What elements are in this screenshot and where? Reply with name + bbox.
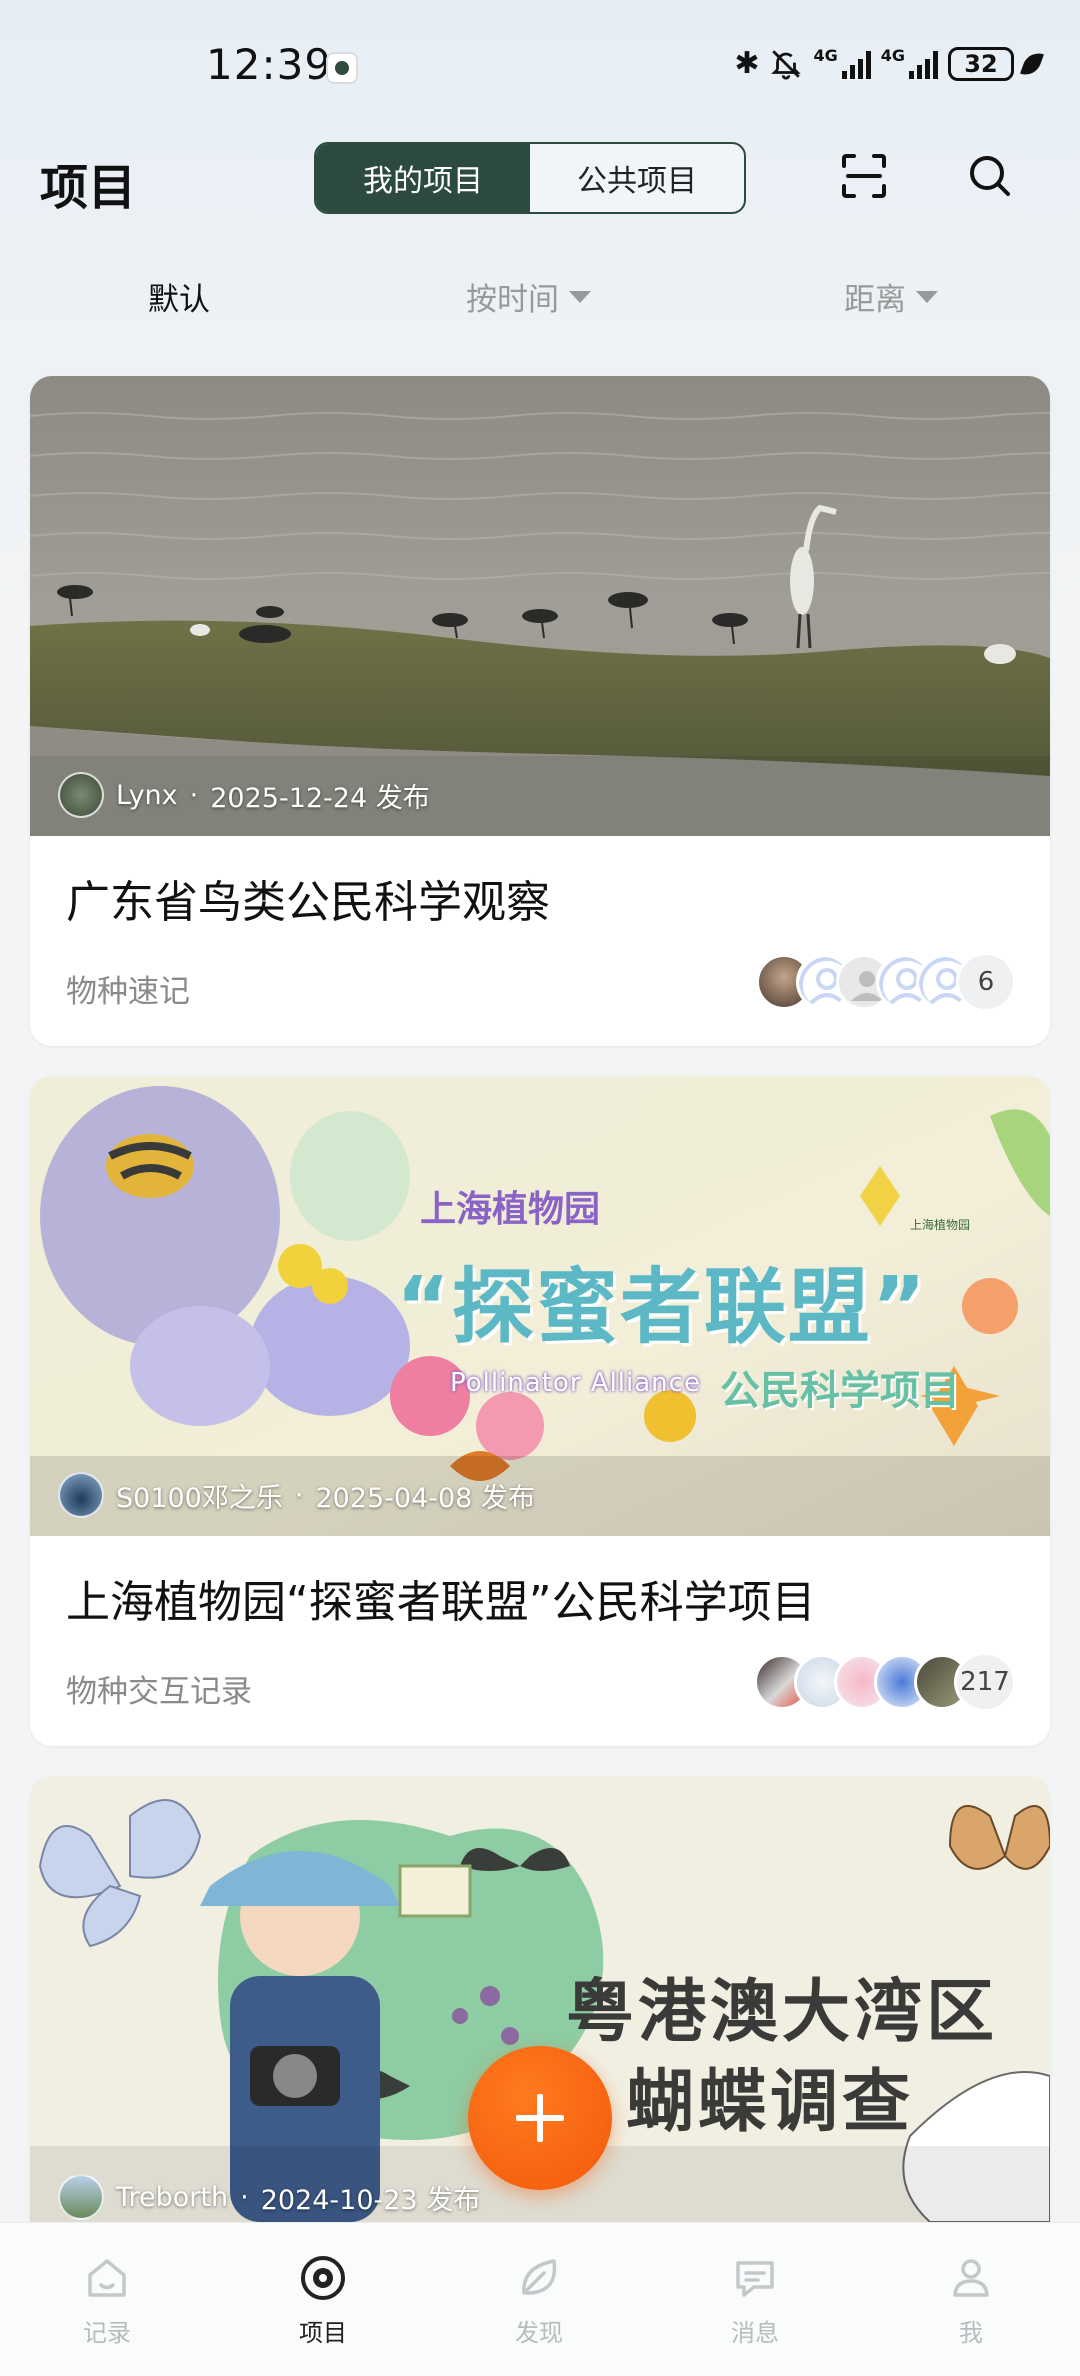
- bottom-navigation: 记录 项目 发现 消息 我: [0, 2222, 1080, 2376]
- project-card-body: 上海植物园“探蜜者联盟”公民科学项目 物种交互记录 217: [30, 1536, 1050, 1746]
- project-scope-switch: 我的项目 公共项目: [314, 142, 746, 214]
- chat-icon: [736, 2261, 774, 2297]
- signal-icon: [841, 49, 871, 79]
- tab-public-projects[interactable]: 公共项目: [530, 144, 744, 212]
- meta-separator: ·: [240, 2181, 249, 2213]
- sort-by-time[interactable]: 按时间: [466, 274, 591, 319]
- cover-logo-text: 上海植物园: [910, 1218, 971, 1232]
- caret-down-icon: [569, 290, 591, 303]
- project-cover-image: 上海植物园 “探蜜者联盟” Pollinator Alliance 公民科学项目…: [30, 1076, 1050, 1536]
- member-count: 217: [954, 1652, 1016, 1712]
- person-icon: [953, 2259, 989, 2297]
- eco-mode-icon: [1020, 48, 1044, 79]
- project-meta: Lynx · 2025-12-24 发布: [58, 772, 430, 818]
- sort-by-distance-label: 距离: [844, 282, 906, 318]
- author-avatar[interactable]: [58, 2174, 104, 2220]
- signal-icon: [909, 49, 938, 79]
- project-title: 上海植物园“探蜜者联盟”公民科学项目: [66, 1577, 816, 1628]
- status-time: 12:39: [206, 40, 333, 89]
- publish-date: 2025-12-24 发布: [210, 782, 430, 814]
- network-type-1: 4G: [813, 46, 838, 65]
- nav-item-messages[interactable]: 消息: [695, 2253, 815, 2348]
- nav-label: 消息: [731, 2319, 779, 2347]
- cover-org-text: 上海植物园: [420, 1189, 601, 1230]
- cover-english-text: Pollinator Alliance: [450, 1368, 701, 1398]
- project-type: 物种交互记录: [66, 1674, 252, 1710]
- project-card-body: 广东省鸟类公民科学观察 物种速记 6: [30, 836, 1050, 1046]
- nav-label: 我: [959, 2319, 983, 2347]
- add-project-button[interactable]: [468, 2046, 612, 2190]
- nav-item-projects[interactable]: 项目: [263, 2253, 383, 2348]
- member-avatars[interactable]: 217: [754, 1652, 1016, 1712]
- shorebirds-photo: [30, 376, 1050, 836]
- sort-bar: 默认 按时间 距离: [0, 264, 1080, 328]
- author-avatar[interactable]: [58, 1472, 104, 1518]
- nav-item-me[interactable]: 我: [911, 2253, 1031, 2348]
- meta-separator: ·: [294, 1479, 304, 1511]
- nav-item-record[interactable]: 记录: [47, 2253, 167, 2348]
- bluetooth-icon: ✱: [734, 46, 760, 81]
- author-name[interactable]: Treborth: [116, 2182, 228, 2213]
- battery-icon: 32: [948, 46, 1014, 81]
- target-icon: [301, 2256, 345, 2300]
- leaf-icon: [522, 2259, 557, 2295]
- app-header: 项目 我的项目 公共项目: [0, 140, 1080, 240]
- publish-date: 2024-10-23 发布: [260, 2184, 481, 2216]
- member-count: 6: [956, 952, 1016, 1012]
- cover-line2-text: 蝴蝶调查: [626, 2063, 915, 2142]
- status-icons: ✱ 4G 4G 32: [734, 46, 1044, 81]
- sort-default-label: 默认: [148, 282, 210, 318]
- project-title: 广东省鸟类公民科学观察: [66, 877, 550, 928]
- project-meta: S0100邓之乐 · 2025-04-08 发布: [58, 1472, 535, 1518]
- nav-label: 发现: [515, 2319, 563, 2347]
- plus-icon: [516, 2094, 564, 2142]
- meta-separator: ·: [189, 779, 199, 811]
- mute-bell-icon: [771, 49, 802, 80]
- nav-item-discover[interactable]: 发现: [479, 2253, 599, 2348]
- sort-default[interactable]: 默认: [148, 274, 210, 319]
- project-card[interactable]: 上海植物园 “探蜜者联盟” Pollinator Alliance 公民科学项目…: [30, 1076, 1050, 1746]
- project-card[interactable]: Lynx · 2025-12-24 发布 广东省鸟类公民科学观察 物种速记 6: [30, 376, 1050, 1046]
- nav-label: 记录: [83, 2319, 131, 2347]
- project-meta: Treborth · 2024-10-23 发布: [58, 2174, 480, 2220]
- tab-my-projects[interactable]: 我的项目: [316, 144, 530, 212]
- scan-icon[interactable]: [838, 150, 890, 202]
- cover-sub-text: 公民科学项目: [720, 1368, 960, 1414]
- page-title: 项目: [40, 160, 137, 216]
- caret-down-icon: [916, 290, 938, 303]
- search-icon[interactable]: [964, 150, 1016, 202]
- cover-headline-text: “探蜜者联盟”: [396, 1260, 928, 1355]
- notification-app-icon: [326, 52, 358, 84]
- status-bar: 12:39 ✱ 4G 4G 32: [0, 0, 1080, 140]
- author-name[interactable]: S0100邓之乐: [116, 1476, 283, 1515]
- publish-date: 2025-04-08 发布: [315, 1482, 535, 1514]
- cover-line1-text: 粤港澳大湾区: [566, 1973, 999, 2052]
- project-cover-image: Lynx · 2025-12-24 发布: [30, 376, 1050, 836]
- home-icon: [88, 2259, 126, 2297]
- nav-label: 项目: [299, 2319, 347, 2347]
- author-avatar[interactable]: [58, 772, 104, 818]
- member-avatars[interactable]: 6: [756, 952, 1016, 1012]
- project-type: 物种速记: [66, 974, 190, 1010]
- network-type-2: 4G: [880, 46, 905, 65]
- sort-by-distance[interactable]: 距离: [844, 274, 938, 319]
- sort-by-time-label: 按时间: [466, 282, 559, 318]
- author-name[interactable]: Lynx: [116, 780, 178, 811]
